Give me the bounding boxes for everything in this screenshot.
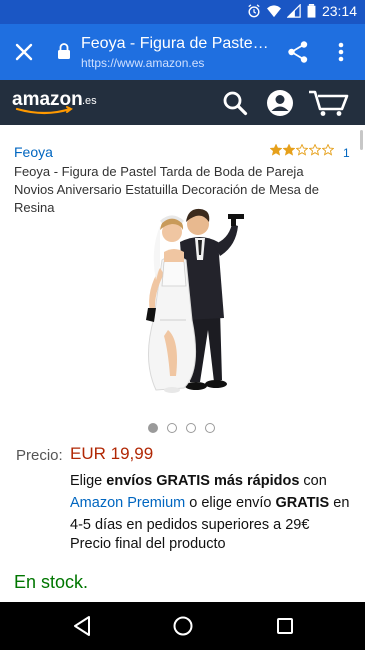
navigation-bar [0,602,365,650]
wifi-icon [266,5,281,18]
signal-icon [286,4,301,18]
battery-icon [307,4,316,18]
share-icon[interactable] [287,40,309,64]
stock-status: En stock. [14,572,89,592]
star-empty-icon [322,144,334,156]
carousel-dot[interactable] [167,423,177,433]
carousel-dot[interactable] [205,423,215,433]
rating-count[interactable]: 1 [343,146,350,160]
star-empty-icon [296,144,308,156]
carousel-dot[interactable] [186,423,196,433]
amazon-header: amazon .es [0,80,365,125]
lock-icon [58,43,70,59]
svg-text:.es: .es [82,95,97,107]
star-filled-icon [270,144,282,156]
svg-text:amazon: amazon [12,89,83,110]
cart-icon[interactable] [308,89,350,117]
page-title[interactable]: Feoya - Figura de Pastel Tard... [81,35,271,53]
more-vert-icon[interactable] [333,40,349,64]
shipping-bold-1: envíos GRATIS más rápidos [106,473,300,489]
shipping-text-1: Elige [70,473,107,489]
back-icon[interactable] [72,615,92,637]
amazon-premium-link[interactable]: Amazon Premium [70,495,185,511]
clock: 23:14 [321,3,357,19]
browser-toolbar: Feoya - Figura de Pastel Tard... https:/… [0,24,365,80]
page-url[interactable]: https://www.amazon.es [81,56,204,70]
status-icons: 23:14 [247,3,357,19]
shipping-info: Elige envíos GRATIS más rápidos con Amaz… [70,470,355,536]
carousel-dot[interactable] [148,423,158,433]
alarm-icon [248,4,260,18]
price-label: Precio: [16,447,63,464]
close-icon[interactable] [12,40,36,64]
scrollbar[interactable] [360,130,363,150]
recents-icon[interactable] [275,616,295,636]
rating-stars[interactable] [270,144,334,156]
star-filled-icon [283,144,295,156]
amazon-logo[interactable]: amazon .es [12,88,122,116]
product-image[interactable] [110,200,260,410]
shipping-text-2: con [299,473,327,489]
home-icon[interactable] [172,615,194,637]
account-icon[interactable] [266,89,294,117]
star-empty-icon [309,144,321,156]
shipping-text-3: o elige envío [185,495,276,511]
search-icon[interactable] [222,90,248,116]
shipping-bold-2: GRATIS [275,495,330,511]
status-bar: 23:14 [0,0,365,24]
image-carousel-dots[interactable] [148,423,215,433]
final-price-note: Precio final del producto [70,536,226,552]
brand-link[interactable]: Feoya [14,144,53,160]
price: EUR 19,99 [70,444,154,463]
